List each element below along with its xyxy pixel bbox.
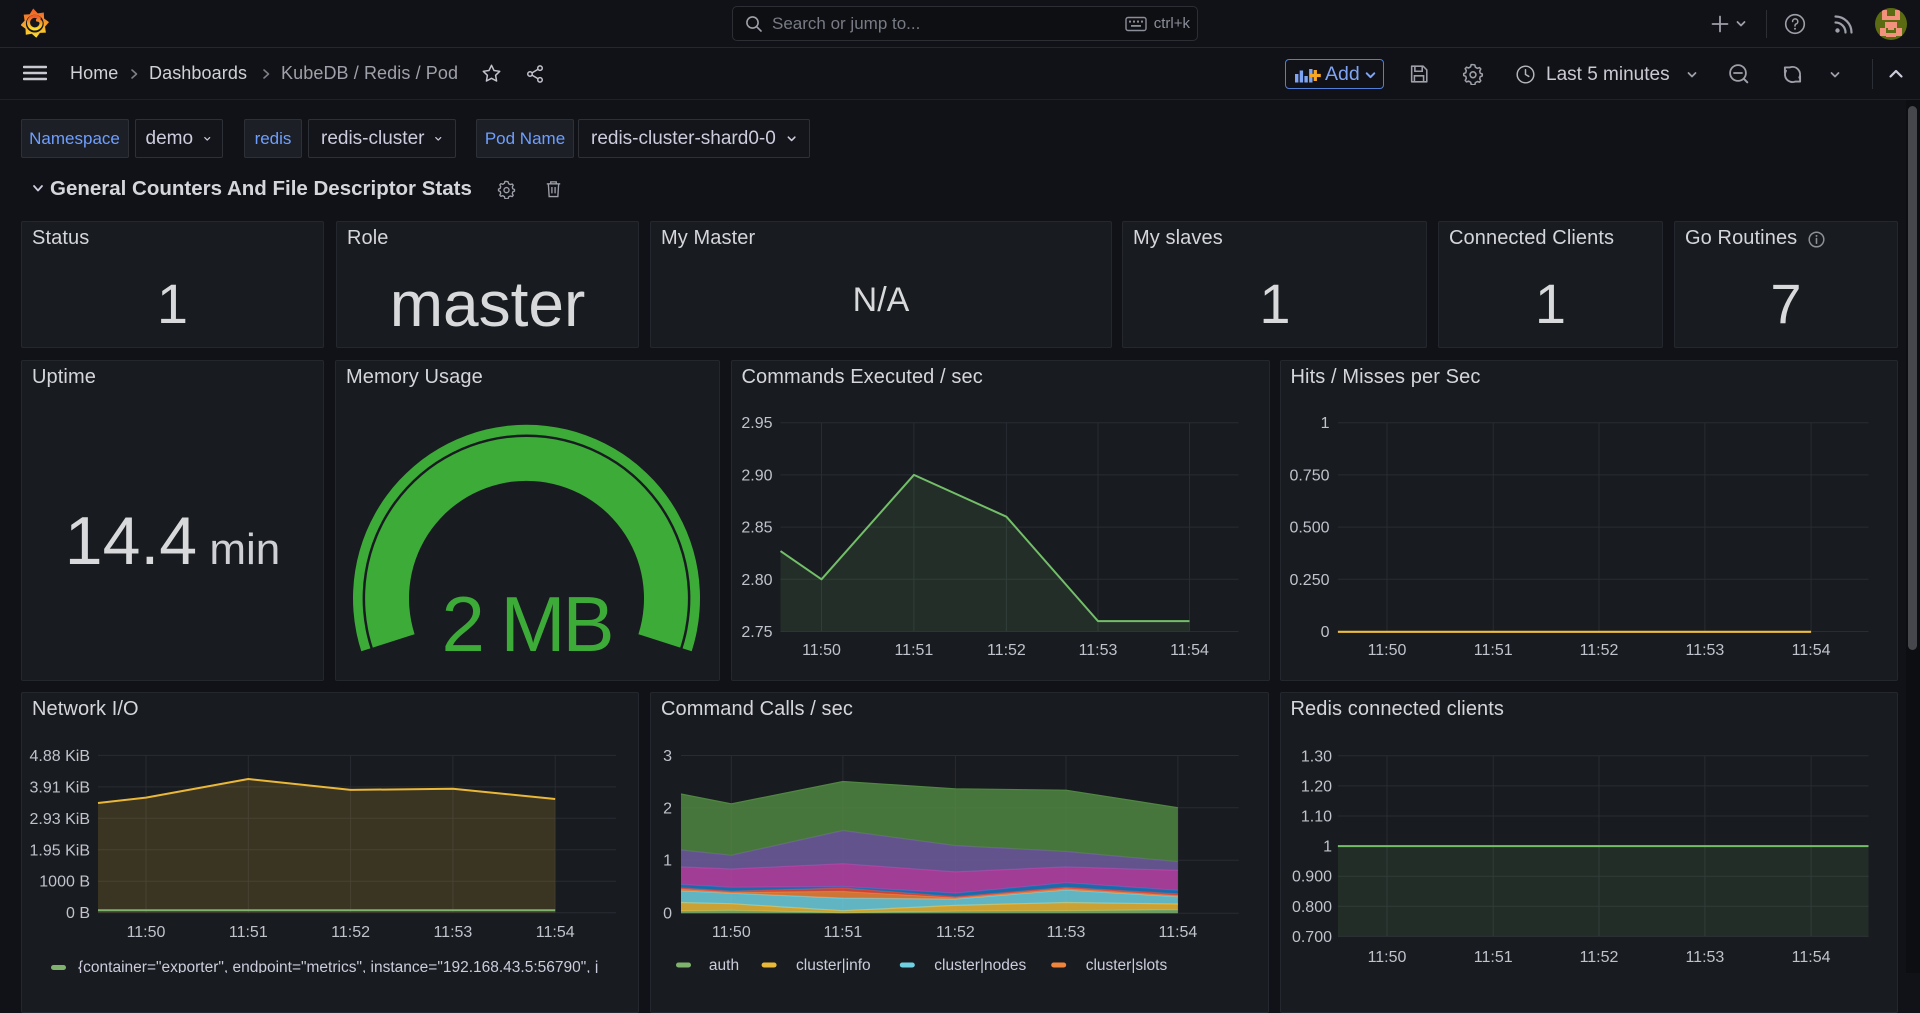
svg-text:11:54: 11:54 <box>1170 642 1209 659</box>
svg-text:2.75: 2.75 <box>741 624 772 641</box>
svg-text:11:53: 11:53 <box>1685 949 1724 966</box>
svg-text:11:54: 11:54 <box>1158 924 1197 941</box>
svg-text:11:51: 11:51 <box>1473 642 1512 659</box>
svg-text:{container="exporter", endpoin: {container="exporter", endpoint="metrics… <box>78 959 598 973</box>
svg-text:11:50: 11:50 <box>1367 949 1406 966</box>
svg-text:0.700: 0.700 <box>1291 929 1331 946</box>
svg-text:2 MB: 2 MB <box>441 580 611 668</box>
svg-text:1.95 KiB: 1.95 KiB <box>30 842 90 859</box>
svg-text:2.95: 2.95 <box>741 415 772 432</box>
svg-text:11:51: 11:51 <box>823 924 862 941</box>
svg-text:0.750: 0.750 <box>1289 467 1329 484</box>
svg-text:0: 0 <box>663 906 672 923</box>
svg-text:2.93 KiB: 2.93 KiB <box>30 811 90 828</box>
svg-text:11:53: 11:53 <box>1078 642 1117 659</box>
svg-text:11:54: 11:54 <box>1791 949 1830 966</box>
svg-text:11:50: 11:50 <box>802 642 841 659</box>
svg-text:11:50: 11:50 <box>1367 642 1406 659</box>
svg-text:11:53: 11:53 <box>433 924 472 941</box>
svg-text:auth: auth <box>709 957 739 973</box>
svg-text:4.88 KiB: 4.88 KiB <box>30 748 90 765</box>
svg-text:11:52: 11:52 <box>1579 949 1618 966</box>
svg-text:11:50: 11:50 <box>127 924 166 941</box>
svg-text:11:52: 11:52 <box>331 924 370 941</box>
svg-text:cluster|info: cluster|info <box>796 957 871 973</box>
svg-text:1000 B: 1000 B <box>39 874 90 891</box>
svg-text:cluster|nodes: cluster|nodes <box>934 957 1026 973</box>
svg-text:1: 1 <box>1323 839 1332 856</box>
svg-text:0.500: 0.500 <box>1289 520 1329 537</box>
svg-text:11:51: 11:51 <box>894 642 933 659</box>
svg-text:11:51: 11:51 <box>229 924 268 941</box>
svg-text:11:50: 11:50 <box>712 924 751 941</box>
svg-text:1.20: 1.20 <box>1300 778 1331 795</box>
svg-text:2.80: 2.80 <box>741 572 772 589</box>
svg-text:11:54: 11:54 <box>1791 642 1830 659</box>
svg-text:0.250: 0.250 <box>1289 572 1329 589</box>
svg-text:1.10: 1.10 <box>1300 809 1331 826</box>
svg-text:1: 1 <box>663 853 672 870</box>
svg-text:3: 3 <box>663 748 672 765</box>
svg-text:2: 2 <box>663 800 672 817</box>
svg-text:11:54: 11:54 <box>536 924 575 941</box>
svg-text:cluster|slots: cluster|slots <box>1086 957 1168 973</box>
svg-text:11:51: 11:51 <box>1473 949 1512 966</box>
svg-text:11:53: 11:53 <box>1047 924 1086 941</box>
svg-text:11:53: 11:53 <box>1685 642 1724 659</box>
svg-text:1.30: 1.30 <box>1300 748 1331 765</box>
svg-text:11:52: 11:52 <box>986 642 1025 659</box>
svg-text:0.800: 0.800 <box>1291 899 1331 916</box>
svg-text:2.85: 2.85 <box>741 520 772 537</box>
svg-text:3.91 KiB: 3.91 KiB <box>30 779 90 796</box>
svg-text:0: 0 <box>1320 624 1329 641</box>
svg-text:0 B: 0 B <box>66 905 90 922</box>
svg-text:0.900: 0.900 <box>1291 869 1331 886</box>
svg-text:11:52: 11:52 <box>1579 642 1618 659</box>
svg-text:1: 1 <box>1320 415 1329 432</box>
svg-text:11:52: 11:52 <box>936 924 975 941</box>
svg-text:2.90: 2.90 <box>741 467 772 484</box>
